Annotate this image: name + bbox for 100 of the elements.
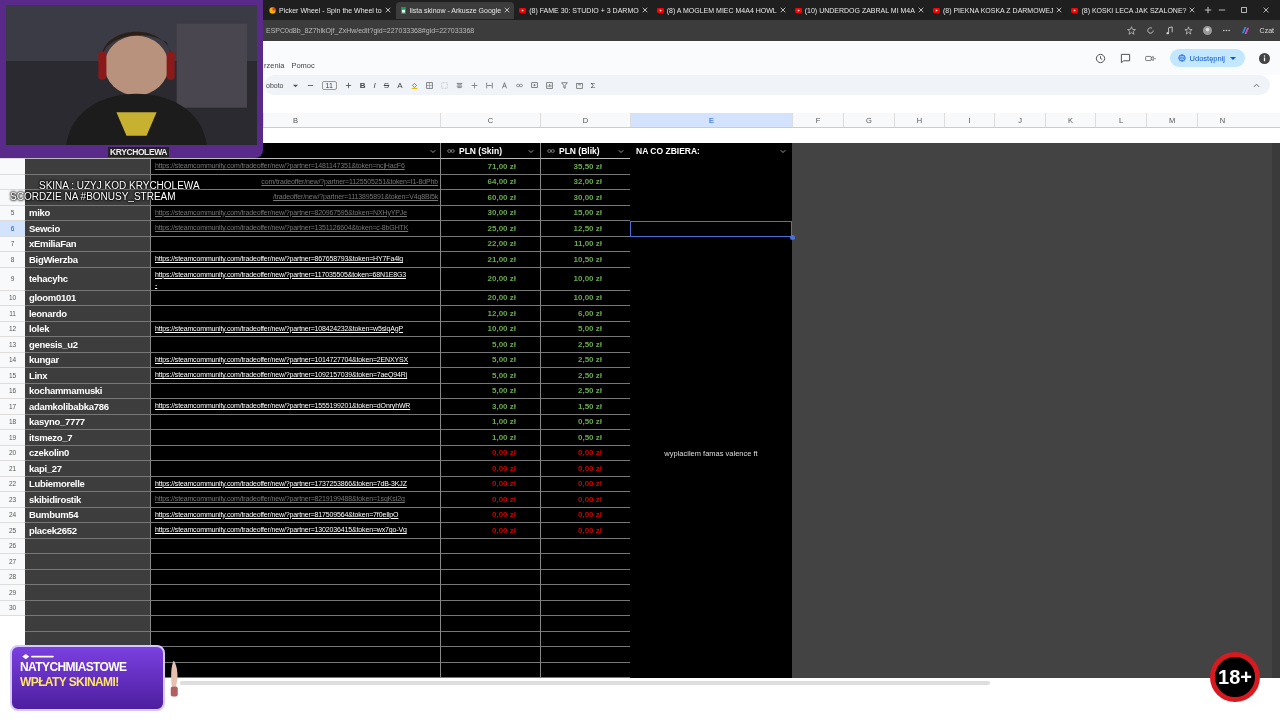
borders-icon[interactable]	[425, 81, 433, 89]
camera-icon[interactable]	[1144, 52, 1156, 64]
format-button[interactable]: B	[359, 80, 366, 90]
link-icon	[547, 147, 555, 154]
new-tab-icon[interactable]	[1204, 6, 1213, 14]
name-cell: kapi_27	[25, 461, 150, 477]
amount-cell: 0,00 zł	[440, 507, 540, 523]
close-icon[interactable]	[504, 7, 511, 13]
amount-cell: 5,00 zł	[540, 321, 630, 337]
amount-cell: 0,00 zł	[440, 523, 540, 539]
play-icon	[1071, 6, 1079, 14]
amount-cell: 0,50 zł	[540, 414, 630, 430]
history-icon[interactable]	[1094, 52, 1106, 64]
amount-cell: 20,00 zł	[440, 267, 540, 291]
globe-icon	[1177, 54, 1186, 62]
refresh-icon[interactable]	[1145, 26, 1155, 35]
spreadsheet-icon	[399, 6, 407, 14]
chart-icon[interactable]	[545, 81, 553, 89]
comment-icon[interactable]	[1119, 52, 1131, 64]
wrap-icon[interactable]	[485, 81, 493, 89]
knife-icon	[170, 660, 179, 697]
amount-cell: 2,50 zł	[540, 368, 630, 384]
scrollbar[interactable]	[180, 681, 990, 685]
format-button[interactable]: I	[373, 80, 376, 90]
play-icon	[794, 6, 802, 14]
name-cell: itsmezo_7	[25, 430, 150, 446]
promo-text: NATYCHMIASTOWE	[20, 660, 128, 675]
promo-text: WPŁATY SKINAMI!	[20, 675, 120, 690]
filter-views-icon[interactable]	[575, 81, 583, 89]
amount-cell: 21,00 zł	[440, 252, 540, 268]
overlay-text: SKINA : UZYJ KOD KRYCHOLEWA	[39, 180, 200, 191]
maximize-icon[interactable]	[1240, 6, 1248, 14]
amount-cell: 20,00 zł	[440, 290, 540, 306]
amount-cell: 0,00 zł	[540, 476, 630, 492]
amount-cell: 15,00 zł	[540, 205, 630, 221]
name-cell: leonardo	[25, 306, 150, 322]
dropdown-icon[interactable]	[618, 147, 624, 154]
amount-cell: 0,00 zł	[440, 476, 540, 492]
amount-cell: 5,00 zł	[440, 368, 540, 384]
amount-cell: 3,00 zł	[440, 399, 540, 415]
wheel-icon	[269, 6, 276, 14]
bookmarks-icon[interactable]	[1183, 26, 1193, 35]
dropdown-icon[interactable]	[430, 147, 436, 154]
dropdown-icon[interactable]	[780, 148, 786, 154]
name-cell: genesis_u2	[25, 337, 150, 353]
amount-cell: 10,00 zł	[540, 290, 630, 306]
amount-cell: 0,50 zł	[540, 430, 630, 446]
format-button[interactable]: S	[383, 80, 390, 90]
selected-cell[interactable]	[630, 221, 792, 237]
amount-cell: 35,50 zł	[540, 159, 630, 175]
logo-icon	[20, 653, 56, 660]
column-title: NA CO ZBIERA:	[636, 146, 700, 156]
amount-cell: 10,00 zł	[440, 321, 540, 337]
dropdown-icon[interactable]	[528, 147, 534, 154]
amount-cell: 5,00 zł	[440, 352, 540, 368]
close-icon[interactable]	[384, 7, 391, 13]
column-title: PLN (Blik)	[559, 145, 600, 156]
amount-cell: 2,50 zł	[540, 352, 630, 368]
scrollbar[interactable]	[1272, 143, 1280, 678]
name-cell: placek2652	[25, 523, 150, 539]
play-icon	[932, 6, 940, 14]
close-icon[interactable]	[779, 7, 786, 13]
column-title: PLN (Skin)	[459, 145, 502, 156]
comment-icon[interactable]	[530, 81, 538, 89]
amount-cell: 0,00 zł	[540, 507, 630, 523]
functions-button[interactable]: Σ	[590, 80, 596, 90]
close-icon[interactable]	[1056, 7, 1063, 13]
amount-cell: 0,00 zł	[440, 492, 540, 508]
link-icon	[447, 147, 455, 154]
copilot-icon[interactable]	[1240, 26, 1250, 35]
music-icon[interactable]	[1164, 26, 1174, 35]
vertical-align-icon[interactable]	[470, 81, 478, 89]
text-rotation-icon[interactable]	[500, 81, 508, 89]
caret-icon	[1229, 54, 1237, 62]
align-icon[interactable]	[455, 81, 463, 89]
close-icon[interactable]	[917, 7, 924, 13]
close-icon[interactable]	[1262, 6, 1270, 14]
amount-cell: 6,00 zł	[540, 306, 630, 322]
filter-icon[interactable]	[560, 81, 568, 89]
amount-cell: 64,00 zł	[440, 174, 540, 190]
profile-icon[interactable]	[1202, 26, 1212, 35]
amount-cell: 32,00 zł	[540, 174, 630, 190]
amount-cell: 30,00 zł	[440, 205, 540, 221]
close-icon[interactable]	[641, 7, 648, 13]
link-icon[interactable]	[515, 81, 523, 89]
close-icon[interactable]	[1189, 7, 1196, 13]
minimize-icon[interactable]	[1218, 6, 1226, 14]
info-icon[interactable]	[1259, 52, 1270, 64]
amount-cell: 2,50 zł	[540, 337, 630, 353]
format-button[interactable]: A	[397, 80, 403, 90]
amount-cell: 10,50 zł	[540, 252, 630, 268]
collapse-icon[interactable]	[1253, 81, 1260, 89]
amount-cell: 12,00 zł	[440, 306, 540, 322]
amount-cell: 0,00 zł	[540, 461, 630, 477]
star-icon[interactable]	[1126, 26, 1136, 35]
paint-bucket-icon[interactable]	[410, 81, 418, 89]
amount-cell: 11,00 zł	[540, 236, 630, 252]
name-cell: tehacyhc	[25, 267, 150, 291]
plus-icon[interactable]	[344, 81, 352, 89]
amount-cell: 0,00 zł	[440, 445, 540, 461]
